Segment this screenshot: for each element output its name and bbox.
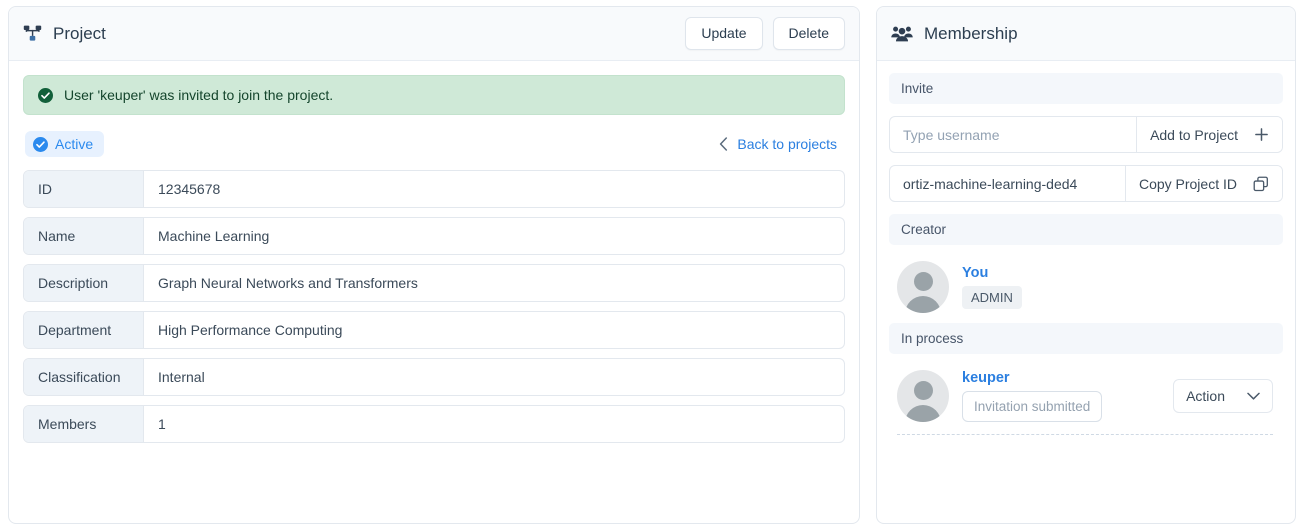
action-dropdown-label: Action [1186, 388, 1225, 404]
creator-info: You ADMIN [962, 265, 1022, 309]
field-label: ID [24, 171, 144, 207]
field-value[interactable]: Machine Learning [144, 218, 844, 254]
membership-title: Membership [924, 23, 1018, 43]
avatar-head [913, 381, 933, 400]
invitation-status: Invitation submitted [962, 391, 1103, 422]
in-process-name[interactable]: keuper [962, 370, 1102, 386]
success-alert: User 'keuper' was invited to join the pr… [23, 75, 845, 115]
field-value[interactable]: 1 [144, 406, 844, 442]
alert-message: User 'keuper' was invited to join the pr… [64, 87, 334, 103]
copy-project-id-label: Copy Project ID [1138, 175, 1237, 192]
field-value[interactable]: High Performance Computing [144, 312, 844, 348]
users-icon [891, 25, 913, 43]
avatar [897, 370, 949, 422]
chevron-down-icon [1247, 392, 1260, 401]
add-to-project-button[interactable]: Add to Project [1136, 117, 1282, 152]
back-to-projects-label: Back to projects [737, 136, 837, 152]
project-id-input[interactable] [890, 166, 1125, 201]
check-circle-icon [38, 87, 53, 103]
list-divider [897, 434, 1273, 435]
field-row-description: Description Graph Neural Networks and Tr… [23, 264, 845, 302]
chevron-left-icon [719, 137, 728, 151]
username-input[interactable] [890, 117, 1137, 152]
status-badge-label: Active [55, 136, 94, 152]
add-to-project-label: Add to Project [1150, 126, 1238, 143]
field-value[interactable]: Internal [144, 359, 844, 395]
field-row-classification: Classification Internal [23, 358, 845, 396]
membership-panel: Membership Invite Add to Project [876, 6, 1296, 524]
status-row: Active Back to projects [23, 129, 845, 157]
delete-button[interactable]: Delete [772, 17, 845, 50]
field-row-name: Name Machine Learning [23, 217, 845, 255]
avatar-body [905, 405, 941, 422]
in-process-section-header: In process [889, 323, 1283, 354]
copy-project-id-button[interactable]: Copy Project ID [1124, 166, 1282, 201]
field-row-department: Department High Performance Computing [23, 311, 845, 349]
avatar [897, 261, 949, 313]
in-process-member-row: keuper Invitation submitted Action [889, 366, 1283, 432]
avatar-head [913, 272, 933, 291]
creator-member-row: You ADMIN [889, 257, 1283, 323]
creator-section-header: Creator [889, 214, 1283, 245]
invite-username-group: Add to Project [889, 116, 1283, 153]
action-dropdown[interactable]: Action [1173, 379, 1273, 413]
project-panel-body: User 'keuper' was invited to join the pr… [9, 61, 859, 523]
field-row-id: ID 12345678 [23, 170, 845, 208]
field-label: Members [24, 406, 144, 442]
field-label: Department [24, 312, 144, 348]
page-title: Project [53, 23, 106, 43]
app-root: Project Update Delete User 'keuper' was … [0, 0, 1304, 524]
creator-name[interactable]: You [962, 265, 1022, 281]
copy-icon [1253, 176, 1269, 192]
update-button[interactable]: Update [685, 17, 763, 50]
field-label: Classification [24, 359, 144, 395]
field-row-members: Members 1 [23, 405, 845, 443]
in-process-info: keuper Invitation submitted [962, 370, 1103, 422]
field-value[interactable]: Graph Neural Networks and Transformers [144, 265, 844, 301]
membership-panel-body: Invite Add to Project Copy Project ID [877, 61, 1295, 435]
project-panel: Project Update Delete User 'keuper' was … [8, 6, 860, 524]
project-title-group: Project [23, 24, 106, 44]
field-value[interactable]: 12345678 [144, 171, 844, 207]
project-header-buttons: Update Delete [685, 17, 845, 50]
check-circle-icon [33, 136, 48, 152]
creator-role-badge: ADMIN [962, 286, 1022, 309]
project-fields-list: ID 12345678 Name Machine Learning Descri… [23, 170, 845, 443]
project-panel-header: Project Update Delete [9, 7, 859, 61]
status-badge: Active [25, 131, 105, 157]
back-to-projects-link[interactable]: Back to projects [719, 136, 841, 152]
avatar-body [905, 296, 941, 313]
project-id-group: Copy Project ID [889, 165, 1283, 202]
plus-icon [1254, 127, 1269, 142]
project-sitemap-icon [23, 24, 42, 43]
membership-panel-header: Membership [877, 7, 1295, 61]
membership-title-group: Membership [891, 24, 1018, 44]
field-label: Description [24, 265, 144, 301]
invite-section-header: Invite [889, 73, 1283, 104]
field-label: Name [24, 218, 144, 254]
